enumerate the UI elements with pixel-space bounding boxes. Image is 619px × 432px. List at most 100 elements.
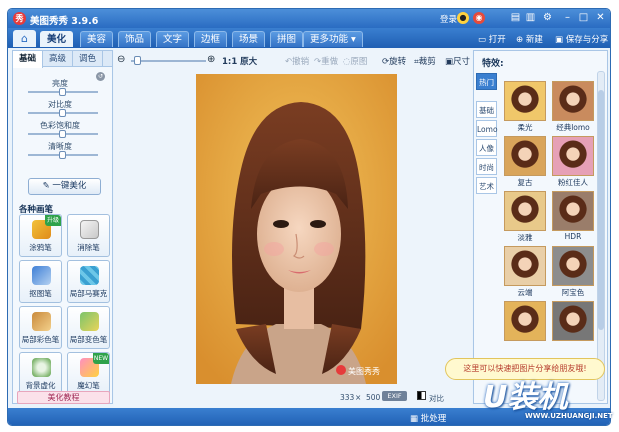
effect-thumbnail	[552, 81, 594, 121]
redo-button[interactable]: ↷重做	[314, 55, 338, 67]
tab-beauty[interactable]: 美容	[80, 31, 114, 47]
home-icon[interactable]: ⌂	[13, 30, 36, 47]
adjust-subtabs: 基础 高级 调色	[13, 51, 112, 68]
magic-pen-button[interactable]: NEW 魔幻笔	[67, 352, 110, 395]
weibo-icon[interactable]: ◉	[473, 12, 485, 24]
settings-icon[interactable]: ⚙	[540, 11, 555, 25]
fx-cat-lomo[interactable]: Lomo	[476, 120, 498, 137]
color-change-label: 局部变色笔	[69, 335, 108, 344]
compare-label[interactable]: 对比	[429, 393, 444, 404]
original-label: 原图	[350, 57, 368, 67]
compare-icon[interactable]	[417, 391, 426, 400]
fx-retro[interactable]: 复古	[504, 136, 546, 188]
effect-thumbnail	[504, 246, 546, 286]
watermark-logo-icon	[336, 365, 346, 375]
brightness-slider[interactable]	[28, 88, 98, 96]
subtab-advanced[interactable]: 高级	[43, 51, 73, 67]
contrast-slider[interactable]	[28, 109, 98, 117]
undo-button[interactable]: ↶撤销	[285, 55, 309, 67]
batch-process-button[interactable]: ▦ 批处理	[410, 412, 446, 424]
fx-cat-hot[interactable]: 热门	[476, 73, 497, 90]
tab-frame[interactable]: 边框	[194, 31, 228, 47]
one-click-beautify-button[interactable]: ✎ 一键美化	[28, 178, 101, 195]
tab-text[interactable]: 文字	[156, 31, 190, 47]
title-bar: 秀 美图秀秀 3.9.6 登录 ● ◉ ▤ ▥ ⚙ – □ ✕	[8, 9, 610, 28]
saturation-slider[interactable]	[28, 130, 98, 138]
color-brush-button[interactable]: 局部彩色笔	[19, 306, 62, 349]
exif-button[interactable]: EXIF	[382, 391, 407, 401]
tab-collage[interactable]: 拼图	[270, 31, 304, 47]
zoom-in-icon[interactable]: ⊕	[207, 54, 215, 65]
fx-cloud[interactable]: 云端	[504, 246, 546, 298]
cutout-pen-button[interactable]: 抠图笔	[19, 260, 62, 303]
fx-soft-light[interactable]: 柔光	[504, 81, 546, 133]
fx-elegant[interactable]: 淡雅	[504, 191, 546, 243]
fx-hdr[interactable]: HDR	[552, 191, 594, 243]
minimize-button[interactable]: –	[560, 11, 575, 25]
fx-pink-lady[interactable]: 粉红佳人	[552, 136, 594, 188]
color-change-button[interactable]: 局部变色笔	[67, 306, 110, 349]
eraser-icon	[80, 220, 99, 239]
save-share-button[interactable]: ▣ 保存与分享	[555, 33, 608, 45]
color-brush-label: 局部彩色笔	[21, 335, 60, 344]
mosaic-icon	[80, 266, 99, 285]
effects-scrollbar[interactable]	[597, 71, 605, 401]
effect-label: 云端	[517, 288, 533, 297]
fx-cat-fashion[interactable]: 时尚	[476, 158, 497, 175]
brightness-knob[interactable]	[59, 88, 66, 96]
sharpness-knob[interactable]	[59, 151, 66, 159]
contrast-knob[interactable]	[59, 109, 66, 117]
tab-more[interactable]: 更多功能 ▾	[303, 31, 363, 47]
subtab-color[interactable]: 调色	[73, 51, 103, 67]
photo-canvas[interactable]: 美图秀秀	[196, 74, 397, 384]
tab-scene[interactable]: 场景	[232, 31, 266, 47]
fx-abao[interactable]: 阿宝色	[552, 246, 594, 298]
fx-classic-lomo[interactable]: 经典lomo	[552, 81, 594, 133]
subtab-basic[interactable]: 基础	[13, 51, 43, 68]
saturation-knob[interactable]	[59, 130, 66, 138]
zoom-knob[interactable]	[134, 56, 141, 65]
rotate-button[interactable]: ⟳旋转	[382, 55, 406, 67]
doodle-pen-button[interactable]: 升级 涂鸦笔	[19, 214, 62, 257]
adjust-panel: 基础 高级 调色 ↺ 亮度 对比度 色彩饱和度 清晰度 ✎ 一键美化 各种画笔 …	[12, 50, 113, 404]
tab-beautify[interactable]: 美化	[40, 31, 74, 47]
background-blur-label: 背景虚化	[25, 381, 56, 390]
fx-extra-2[interactable]	[552, 301, 594, 353]
resize-button[interactable]: ▣尺寸	[445, 55, 470, 67]
tab-accessories[interactable]: 饰品	[118, 31, 152, 47]
image-height: 500	[366, 393, 381, 402]
crop-button[interactable]: ⌗裁剪	[414, 55, 436, 67]
zoom-out-icon[interactable]: ⊖	[117, 54, 125, 65]
maximize-button[interactable]: □	[576, 11, 591, 25]
eraser-pen-button[interactable]: 消除笔	[67, 214, 110, 257]
effects-scroll-thumb[interactable]	[598, 90, 604, 330]
actual-size-button[interactable]: 1:1 原大	[222, 55, 257, 67]
mosaic-button[interactable]: 局部马赛克	[67, 260, 110, 303]
new-button[interactable]: ⊕ 新建	[516, 33, 543, 45]
redo-label: 重做	[321, 57, 339, 67]
main-menu-bar: ⌂ 美化 美容 饰品 文字 边框 场景 拼图 更多功能 ▾ ▭ 打开 ⊕ 新建 …	[8, 28, 610, 48]
tutorial-button[interactable]: 美化教程	[17, 391, 110, 404]
original-button[interactable]: ◌原图	[343, 55, 367, 67]
fx-extra-1[interactable]	[504, 301, 546, 353]
qq-icon[interactable]: ●	[457, 12, 469, 24]
effect-thumbnail	[552, 246, 594, 286]
site-watermark-url: WWW.UZHUANGJI.NET	[525, 412, 613, 420]
feedback-icon[interactable]: ▤	[508, 11, 523, 25]
save-label: 保存与分享	[565, 35, 609, 45]
open-button[interactable]: ▭ 打开	[478, 33, 506, 45]
sharpness-slider[interactable]	[28, 151, 98, 159]
background-blur-button[interactable]: 背景虚化	[19, 352, 62, 395]
effect-thumbnail	[504, 301, 546, 341]
zoom-slider[interactable]	[131, 60, 206, 62]
close-button[interactable]: ✕	[593, 11, 608, 25]
fx-cat-portrait[interactable]: 人像	[476, 139, 497, 156]
magic-pen-label: 魔幻笔	[77, 381, 100, 390]
skin-icon[interactable]: ▥	[523, 11, 538, 25]
effect-label: 经典lomo	[556, 123, 590, 132]
fx-cat-basic[interactable]: 基础	[476, 101, 497, 118]
doodle-pen-label: 涂鸦笔	[29, 243, 52, 252]
effect-thumbnail	[504, 191, 546, 231]
login-link[interactable]: 登录	[440, 13, 457, 25]
fx-cat-art[interactable]: 艺术	[476, 177, 497, 194]
